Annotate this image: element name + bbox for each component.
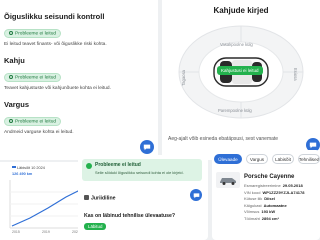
car-icon [220,178,236,185]
panel-title: Kahjude kirjed [213,6,269,15]
mileage-line [11,187,85,227]
tab-theft[interactable]: Vargus [246,154,268,164]
alert-description: Selle sõiduki õiguslikku seisundi kohta … [95,170,184,175]
chat-button[interactable] [190,189,202,201]
card-description: Teavet kahjustuste või kahjunõuete kohta… [4,86,111,91]
detail-row: Töömaht 2894 cm³ [244,215,279,221]
vehicle-summary-panel: Ülevaade Vargus Läbisõit Tehnilised Pors… [212,150,320,240]
status-badge: Probleeme ei leitud [4,72,62,82]
legal-section-heading: Juriidiline [84,195,116,202]
check-icon [9,30,13,35]
check-icon [9,118,13,123]
damage-records-panel: Kahjude kirjed Vasakpoolne külg Tagaosa … [162,0,320,160]
chat-icon [309,142,317,149]
inspection-question: Kas on läbinud tehnilise ülevaatuse? [84,213,176,219]
x-tick: 2019 [42,230,50,234]
chat-icon [193,192,199,198]
inspection-answer-badge: Läbitud [84,223,107,230]
card-title: Vargus [4,100,30,109]
chat-button[interactable] [140,140,154,154]
vehicle-name: Porsche Cayenne [244,174,295,180]
chat-icon [143,144,151,151]
status-cards-panel: Õiguslikku seisundi kontroll Probleeme e… [0,0,158,160]
tab-mileage[interactable]: Läbisõit [272,154,294,164]
card-title: Õiguslikku seisundi kontroll [4,12,105,21]
damage-status-card: Kahju Probleeme ei leitud Teavet kahjust… [4,56,152,91]
x-tick: 2015 [12,230,20,234]
card-title: Kahju [4,56,25,65]
legend-swatch [12,166,16,168]
disclaimer-text: Aeg-ajalt võib esineda ebatäpsusi, sest … [168,136,279,142]
tab-technical[interactable]: Tehnilised [298,154,320,164]
card-description: Andmeid varguse kohta ei leitud. [4,130,74,135]
status-badge: Probleeme ei leitud [4,28,62,38]
tab-overview[interactable]: Ülevaade [214,154,242,164]
no-damage-badge: Kahjustusi ei leitud [217,66,263,75]
zone-label-left-side: Vasakpoolne külg [220,42,253,47]
gavel-icon [84,195,89,200]
check-circle-icon [86,163,92,169]
vehicle-details: Esmaregistreerimine 29.05.2018 VIN kood WP… [244,183,318,222]
legal-status-card: Õiguslikku seisundi kontroll Probleeme e… [4,12,152,47]
alert-title: Probleeme ei leitud [95,162,141,168]
card-description: Ei leitud teavet finants- või õiguslikke… [4,42,107,47]
legal-section-panel: Probleeme ei leitud Selle sõiduki õigusl… [78,155,208,240]
zone-label-rear: Tagaosa [181,70,186,86]
status-alert: Probleeme ei leitud Selle sõiduki õigusl… [82,159,202,181]
theft-status-card: Vargus Probleeme ei leitud Andmeid vargu… [4,100,152,135]
vehicle-photo [216,172,240,188]
check-icon [9,74,13,79]
status-badge: Probleeme ei leitud [4,116,62,126]
zone-label-right-side: Parempoolne külg [218,108,252,113]
zone-label-front: Esiosa [293,68,298,81]
